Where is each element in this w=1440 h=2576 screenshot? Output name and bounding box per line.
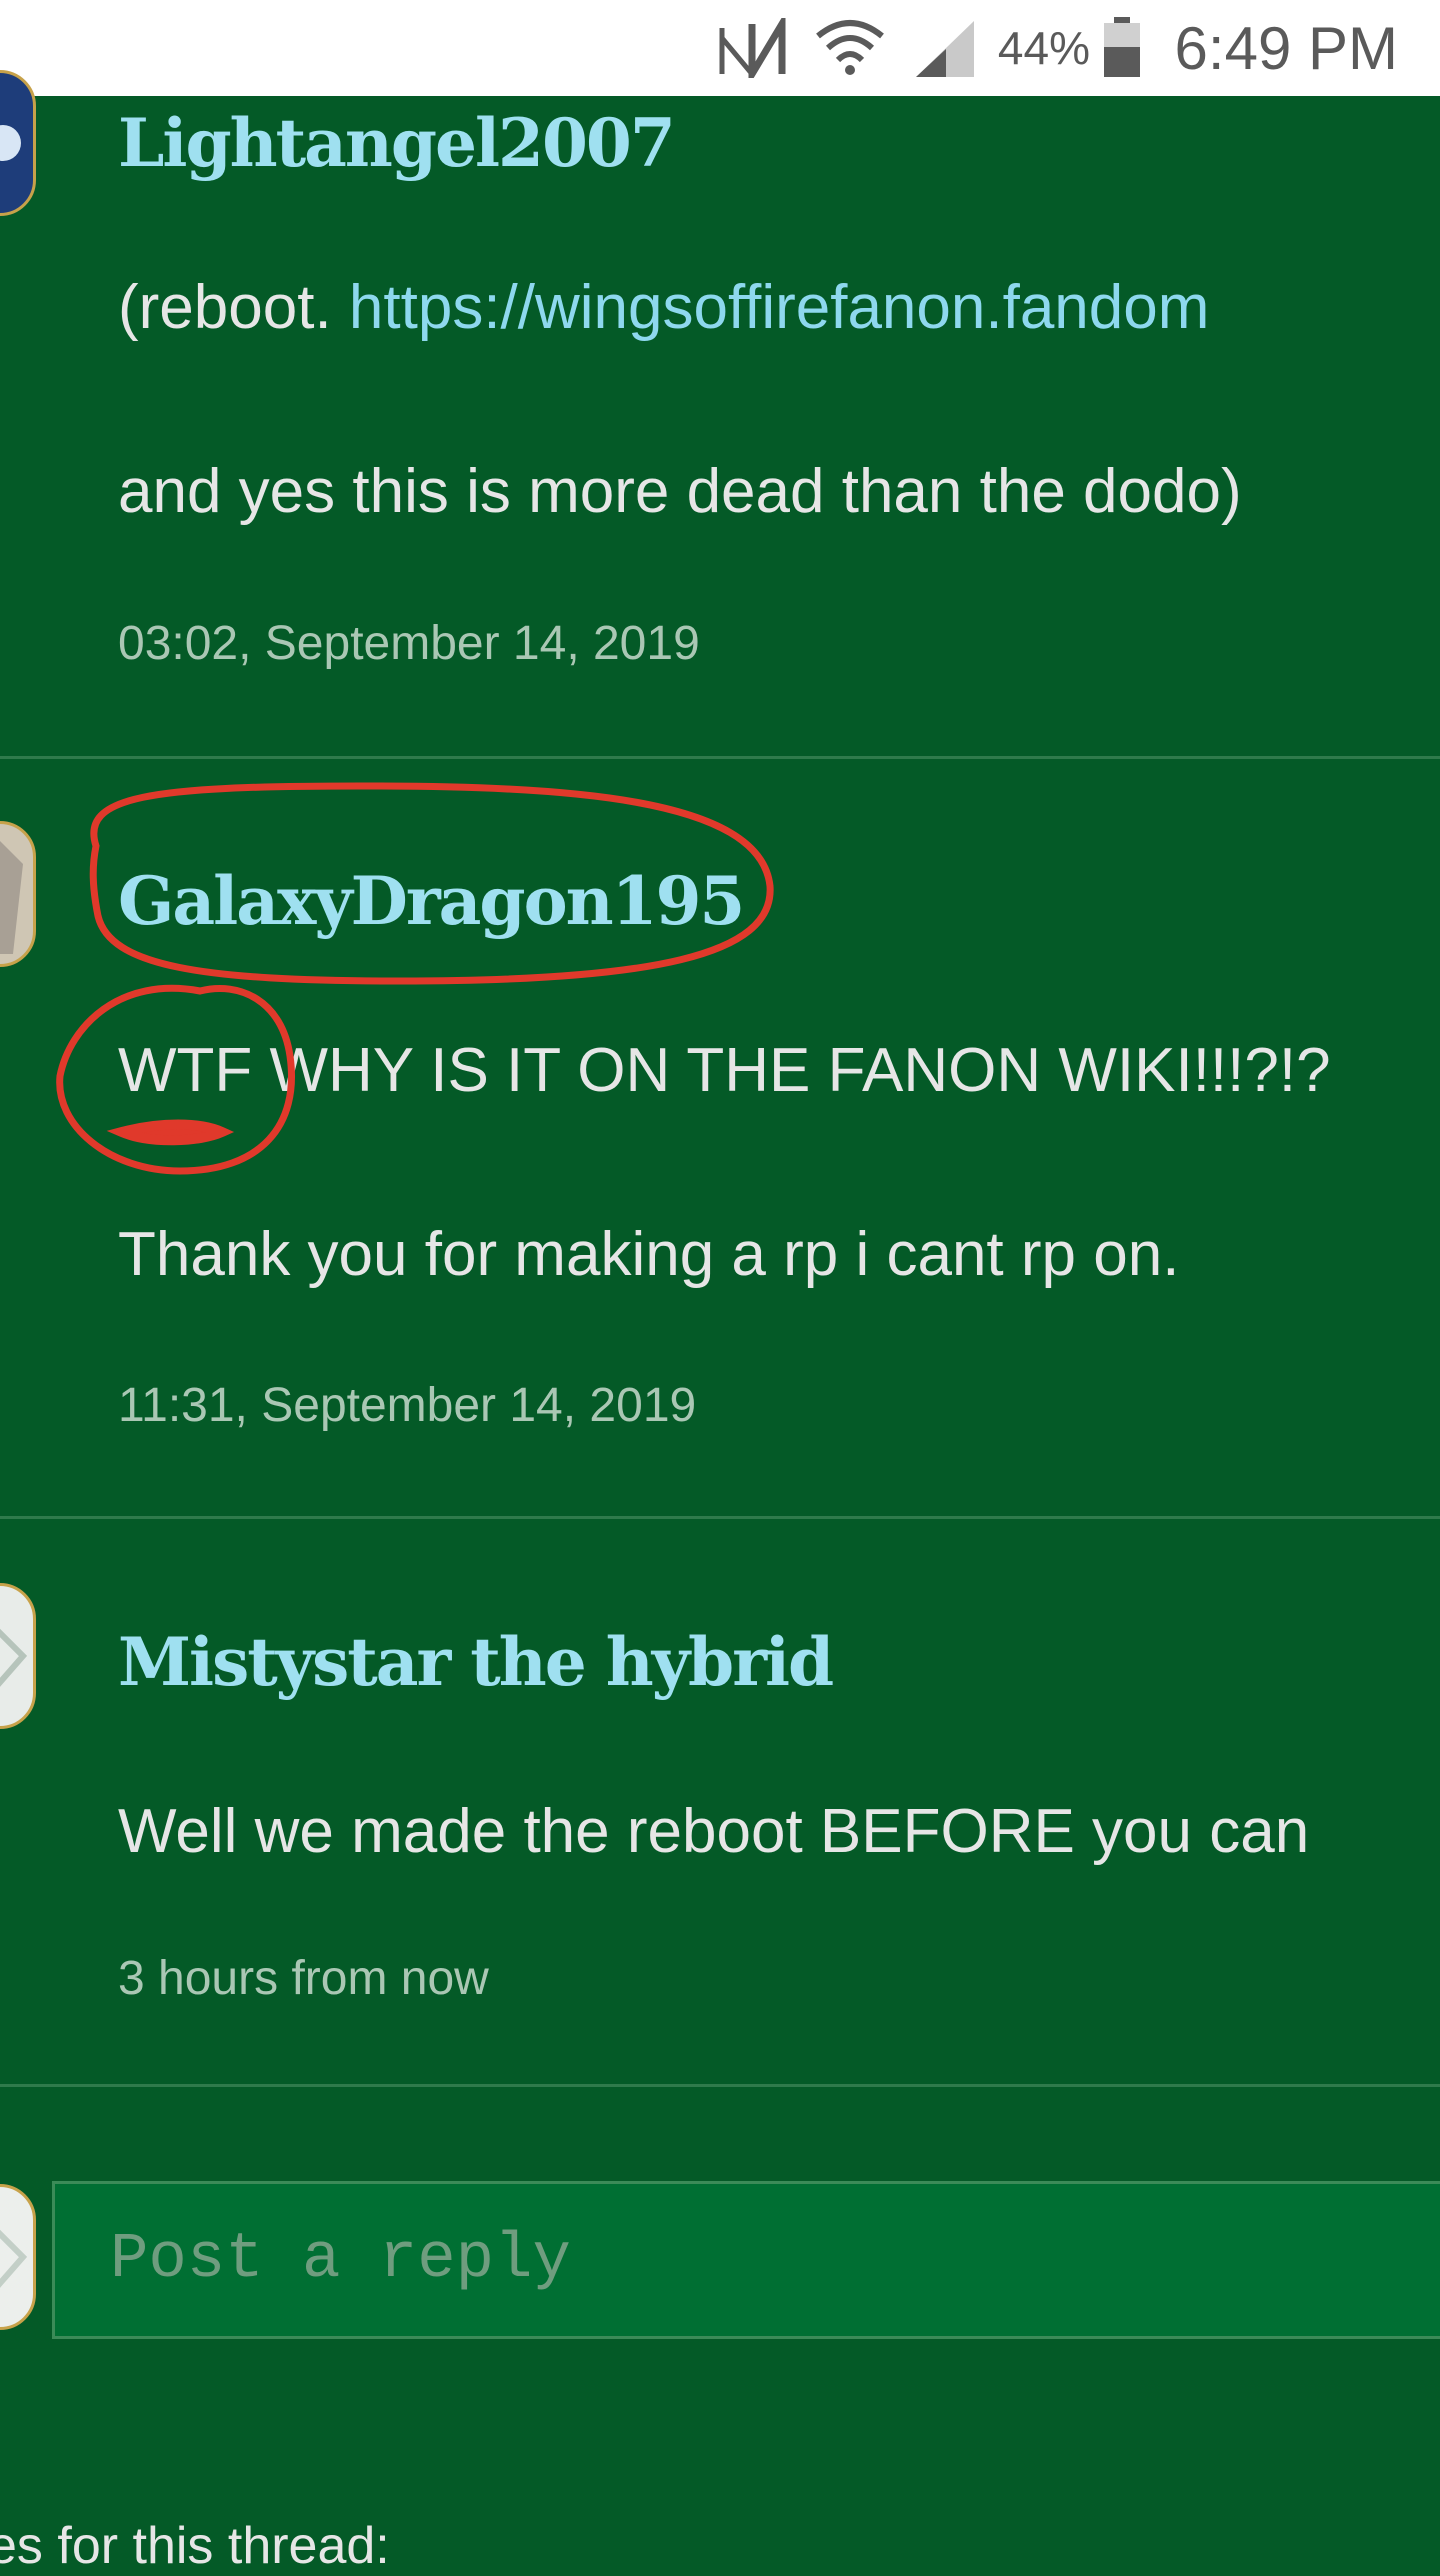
- clock-time: 6:49 PM: [1174, 14, 1398, 82]
- post-lightangel: Lightangel2007 (reboot. https://wingsoff…: [0, 70, 1440, 756]
- message-line: (reboot. https://wingsoffirefanon.fandom: [118, 272, 1209, 343]
- message-line: and yes this is more dead than the dodo): [118, 457, 1242, 526]
- thread-content: Lightangel2007 (reboot. https://wingsoff…: [0, 70, 1440, 2575]
- signal-icon: [912, 18, 978, 78]
- reply-placeholder: Post a reply: [110, 2224, 571, 2296]
- battery-icon: [1102, 17, 1142, 78]
- current-user-avatar: [0, 2184, 36, 2330]
- avatar[interactable]: [0, 70, 36, 216]
- avatar[interactable]: [0, 821, 36, 967]
- wifi-icon: [812, 18, 888, 78]
- nfc-icon: [716, 18, 786, 78]
- post-timestamp: 3 hours from now: [118, 1952, 489, 2005]
- post-timestamp: 03:02, September 14, 2019: [118, 617, 700, 670]
- message-line: Thank you for making a rp i cant rp on.: [118, 1220, 1180, 1289]
- post-galaxydragon: GalaxyDragon195 WTF WHY IS IT ON THE FAN…: [0, 759, 1440, 1516]
- username[interactable]: GalaxyDragon195: [118, 862, 745, 940]
- thread-footer-text: es for this thread:: [0, 2517, 390, 2575]
- avatar[interactable]: [0, 1583, 36, 1729]
- username[interactable]: Lightangel2007: [118, 104, 676, 182]
- post-mistystar: Mistystar the hybrid Well we made the re…: [0, 1519, 1440, 2084]
- status-bar: 44% 6:49 PM: [0, 0, 1440, 96]
- post-divider: [0, 2084, 1440, 2087]
- message-line: WTF WHY IS IT ON THE FANON WIKI!!!?!?: [118, 1036, 1331, 1105]
- message-line: Well we made the reboot BEFORE you can: [118, 1797, 1310, 1866]
- reply-input[interactable]: Post a reply: [52, 2181, 1440, 2339]
- message-link[interactable]: https://wingsoffirefanon.fandom: [349, 273, 1210, 342]
- username[interactable]: Mistystar the hybrid: [118, 1623, 834, 1701]
- message-text: (reboot.: [118, 273, 349, 342]
- battery-percent: 44%: [997, 22, 1090, 74]
- post-timestamp: 11:31, September 14, 2019: [118, 1379, 697, 1432]
